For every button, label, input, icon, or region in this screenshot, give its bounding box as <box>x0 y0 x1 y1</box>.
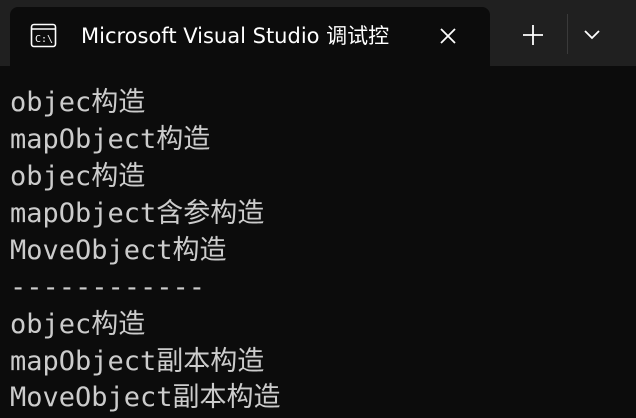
svg-text:C:\: C:\ <box>35 34 53 45</box>
console-line: mapObject构造 <box>10 124 211 155</box>
console-line: mapObject副本构造 <box>10 346 265 377</box>
tab-title: Microsoft Visual Studio 调试控 <box>81 24 390 48</box>
console-line: MoveObject构造 <box>10 235 227 266</box>
console-line: objec构造 <box>10 161 146 192</box>
console-line: objec构造 <box>10 87 146 118</box>
titlebar-divider <box>567 14 568 54</box>
console-output[interactable]: objec构造 mapObject构造 objec构造 mapObject含参构… <box>0 66 636 418</box>
close-icon[interactable] <box>435 23 461 49</box>
console-line: ------------ <box>10 272 206 303</box>
console-line: mapObject含参构造 <box>10 198 265 229</box>
console-line: objec构造 <box>10 309 146 340</box>
plus-icon[interactable] <box>516 18 550 52</box>
tab-debug-console[interactable]: C:\ Microsoft Visual Studio 调试控 <box>10 7 490 66</box>
console-app-icon: C:\ <box>30 23 57 48</box>
title-bar: C:\ Microsoft Visual Studio 调试控 <box>0 0 636 66</box>
terminal-window: C:\ Microsoft Visual Studio 调试控 objec构造 … <box>0 0 636 418</box>
console-line: MoveObject副本构造 <box>10 382 281 413</box>
chevron-down-icon[interactable] <box>575 18 609 52</box>
